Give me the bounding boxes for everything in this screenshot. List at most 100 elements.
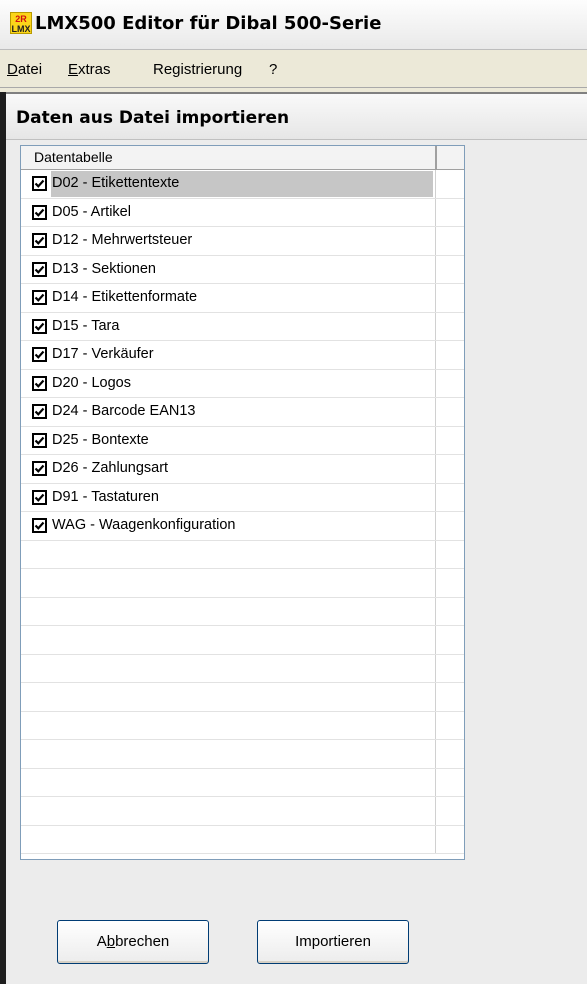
check-icon <box>34 293 45 302</box>
table-row <box>21 825 464 854</box>
row-checkbox[interactable] <box>32 461 47 476</box>
row-divider <box>435 341 436 369</box>
menu-datei[interactable]: Datei <box>7 61 42 78</box>
check-icon <box>34 322 45 331</box>
row-divider <box>435 483 436 511</box>
table-row[interactable]: D17 - Verkäufer <box>21 341 464 370</box>
table-row <box>21 540 464 569</box>
table-row[interactable]: D12 - Mehrwertsteuer <box>21 227 464 256</box>
row-divider <box>435 284 436 312</box>
row-label: D02 - Etikettentexte <box>52 175 180 191</box>
table-row[interactable]: D26 - Zahlungsart <box>21 455 464 484</box>
row-label: D17 - Verkäufer <box>52 346 154 362</box>
table-row[interactable]: D02 - Etikettentexte <box>21 170 464 199</box>
row-divider <box>435 227 436 255</box>
check-icon <box>34 236 45 245</box>
table-row[interactable]: D13 - Sektionen <box>21 255 464 284</box>
row-checkbox[interactable] <box>32 347 47 362</box>
window-title: LMX500 Editor für Dibal 500-Serie <box>35 13 382 34</box>
row-divider <box>435 740 436 768</box>
row-divider <box>435 369 436 397</box>
table-row[interactable]: D25 - Bontexte <box>21 426 464 455</box>
app-icon: 2R LMX <box>10 12 32 34</box>
menu-extras[interactable]: Extras <box>68 61 111 78</box>
check-icon <box>34 179 45 188</box>
check-icon <box>34 208 45 217</box>
dialog-title: Daten aus Datei importieren <box>16 108 290 128</box>
app-icon-top-text: 2R <box>15 14 27 24</box>
table-row <box>21 569 464 598</box>
row-divider <box>435 825 436 853</box>
row-checkbox[interactable] <box>32 318 47 334</box>
row-checkbox[interactable] <box>32 290 47 305</box>
table-row <box>21 768 464 797</box>
row-checkbox[interactable] <box>32 518 47 533</box>
dialog-title-bar[interactable]: Daten aus Datei importieren <box>6 94 587 140</box>
table-row <box>21 683 464 712</box>
row-label: D20 - Logos <box>52 374 131 391</box>
row-label: D13 - Sektionen <box>52 260 156 277</box>
row-checkbox[interactable] <box>32 261 47 277</box>
row-divider <box>435 569 436 597</box>
column-header-empty[interactable] <box>437 146 464 169</box>
table-row[interactable]: D24 - Barcode EAN13 <box>21 398 464 427</box>
row-divider <box>435 597 436 625</box>
row-divider <box>435 426 436 454</box>
title-bar[interactable]: 2R LMX LMX500 Editor für Dibal 500-Serie <box>0 0 587 50</box>
menu-registrierung[interactable]: Registrierung <box>153 61 242 78</box>
column-header-datentabelle[interactable]: Datentabelle <box>21 146 437 169</box>
check-icon <box>34 464 45 473</box>
table-row[interactable]: D20 - Logos <box>21 369 464 398</box>
row-checkbox[interactable] <box>32 176 47 191</box>
row-divider <box>435 626 436 654</box>
window-frame-edge <box>0 92 6 984</box>
row-divider <box>435 768 436 796</box>
app-window: 2R LMX LMX500 Editor für Dibal 500-Serie… <box>0 0 587 984</box>
row-divider <box>435 654 436 682</box>
row-label: D91 - Tastaturen <box>52 488 159 505</box>
row-checkbox[interactable] <box>32 375 47 391</box>
row-label: D15 - Tara <box>52 317 120 334</box>
table-row <box>21 797 464 826</box>
check-icon <box>34 379 45 388</box>
table-row <box>21 740 464 769</box>
row-checkbox[interactable] <box>32 489 47 505</box>
row-checkbox[interactable] <box>32 432 47 448</box>
table-row <box>21 711 464 740</box>
table-row[interactable]: D14 - Etikettenformate <box>21 284 464 313</box>
row-divider <box>435 455 436 483</box>
table-row[interactable]: WAG - Waagenkonfiguration <box>21 512 464 541</box>
table-row[interactable]: D15 - Tara <box>21 312 464 341</box>
check-icon <box>34 436 45 445</box>
table-row[interactable]: D91 - Tastaturen <box>21 483 464 512</box>
check-icon <box>34 407 45 416</box>
check-icon <box>34 521 45 530</box>
row-checkbox[interactable] <box>32 204 47 220</box>
table-row[interactable]: D05 - Artikel <box>21 198 464 227</box>
list-body: D02 - Etikettentexte D05 - Artikel D12 - M… <box>21 170 464 854</box>
row-divider <box>435 255 436 283</box>
row-checkbox[interactable] <box>32 404 47 419</box>
row-label: WAG - Waagenkonfiguration <box>52 517 236 533</box>
row-divider <box>435 198 436 226</box>
check-icon <box>34 350 45 359</box>
row-label: D05 - Artikel <box>52 203 131 220</box>
row-divider <box>435 797 436 825</box>
row-checkbox[interactable] <box>32 233 47 248</box>
row-divider <box>435 683 436 711</box>
row-label: D26 - Zahlungsart <box>52 460 169 476</box>
cancel-button[interactable]: Abbrechen <box>57 920 209 964</box>
list-header: Datentabelle <box>21 146 464 170</box>
import-button[interactable]: Importieren <box>257 920 409 964</box>
menu-help[interactable]: ? <box>269 61 277 78</box>
row-divider <box>435 398 436 426</box>
table-row <box>21 597 464 626</box>
row-label: D14 - Etikettenformate <box>52 289 198 305</box>
row-divider <box>435 512 436 540</box>
table-row <box>21 626 464 655</box>
row-divider <box>435 540 436 568</box>
table-row <box>21 654 464 683</box>
data-table-list[interactable]: Datentabelle D02 - Etikettentexte D05 - A… <box>20 145 465 860</box>
check-icon <box>34 493 45 502</box>
check-icon <box>34 265 45 274</box>
